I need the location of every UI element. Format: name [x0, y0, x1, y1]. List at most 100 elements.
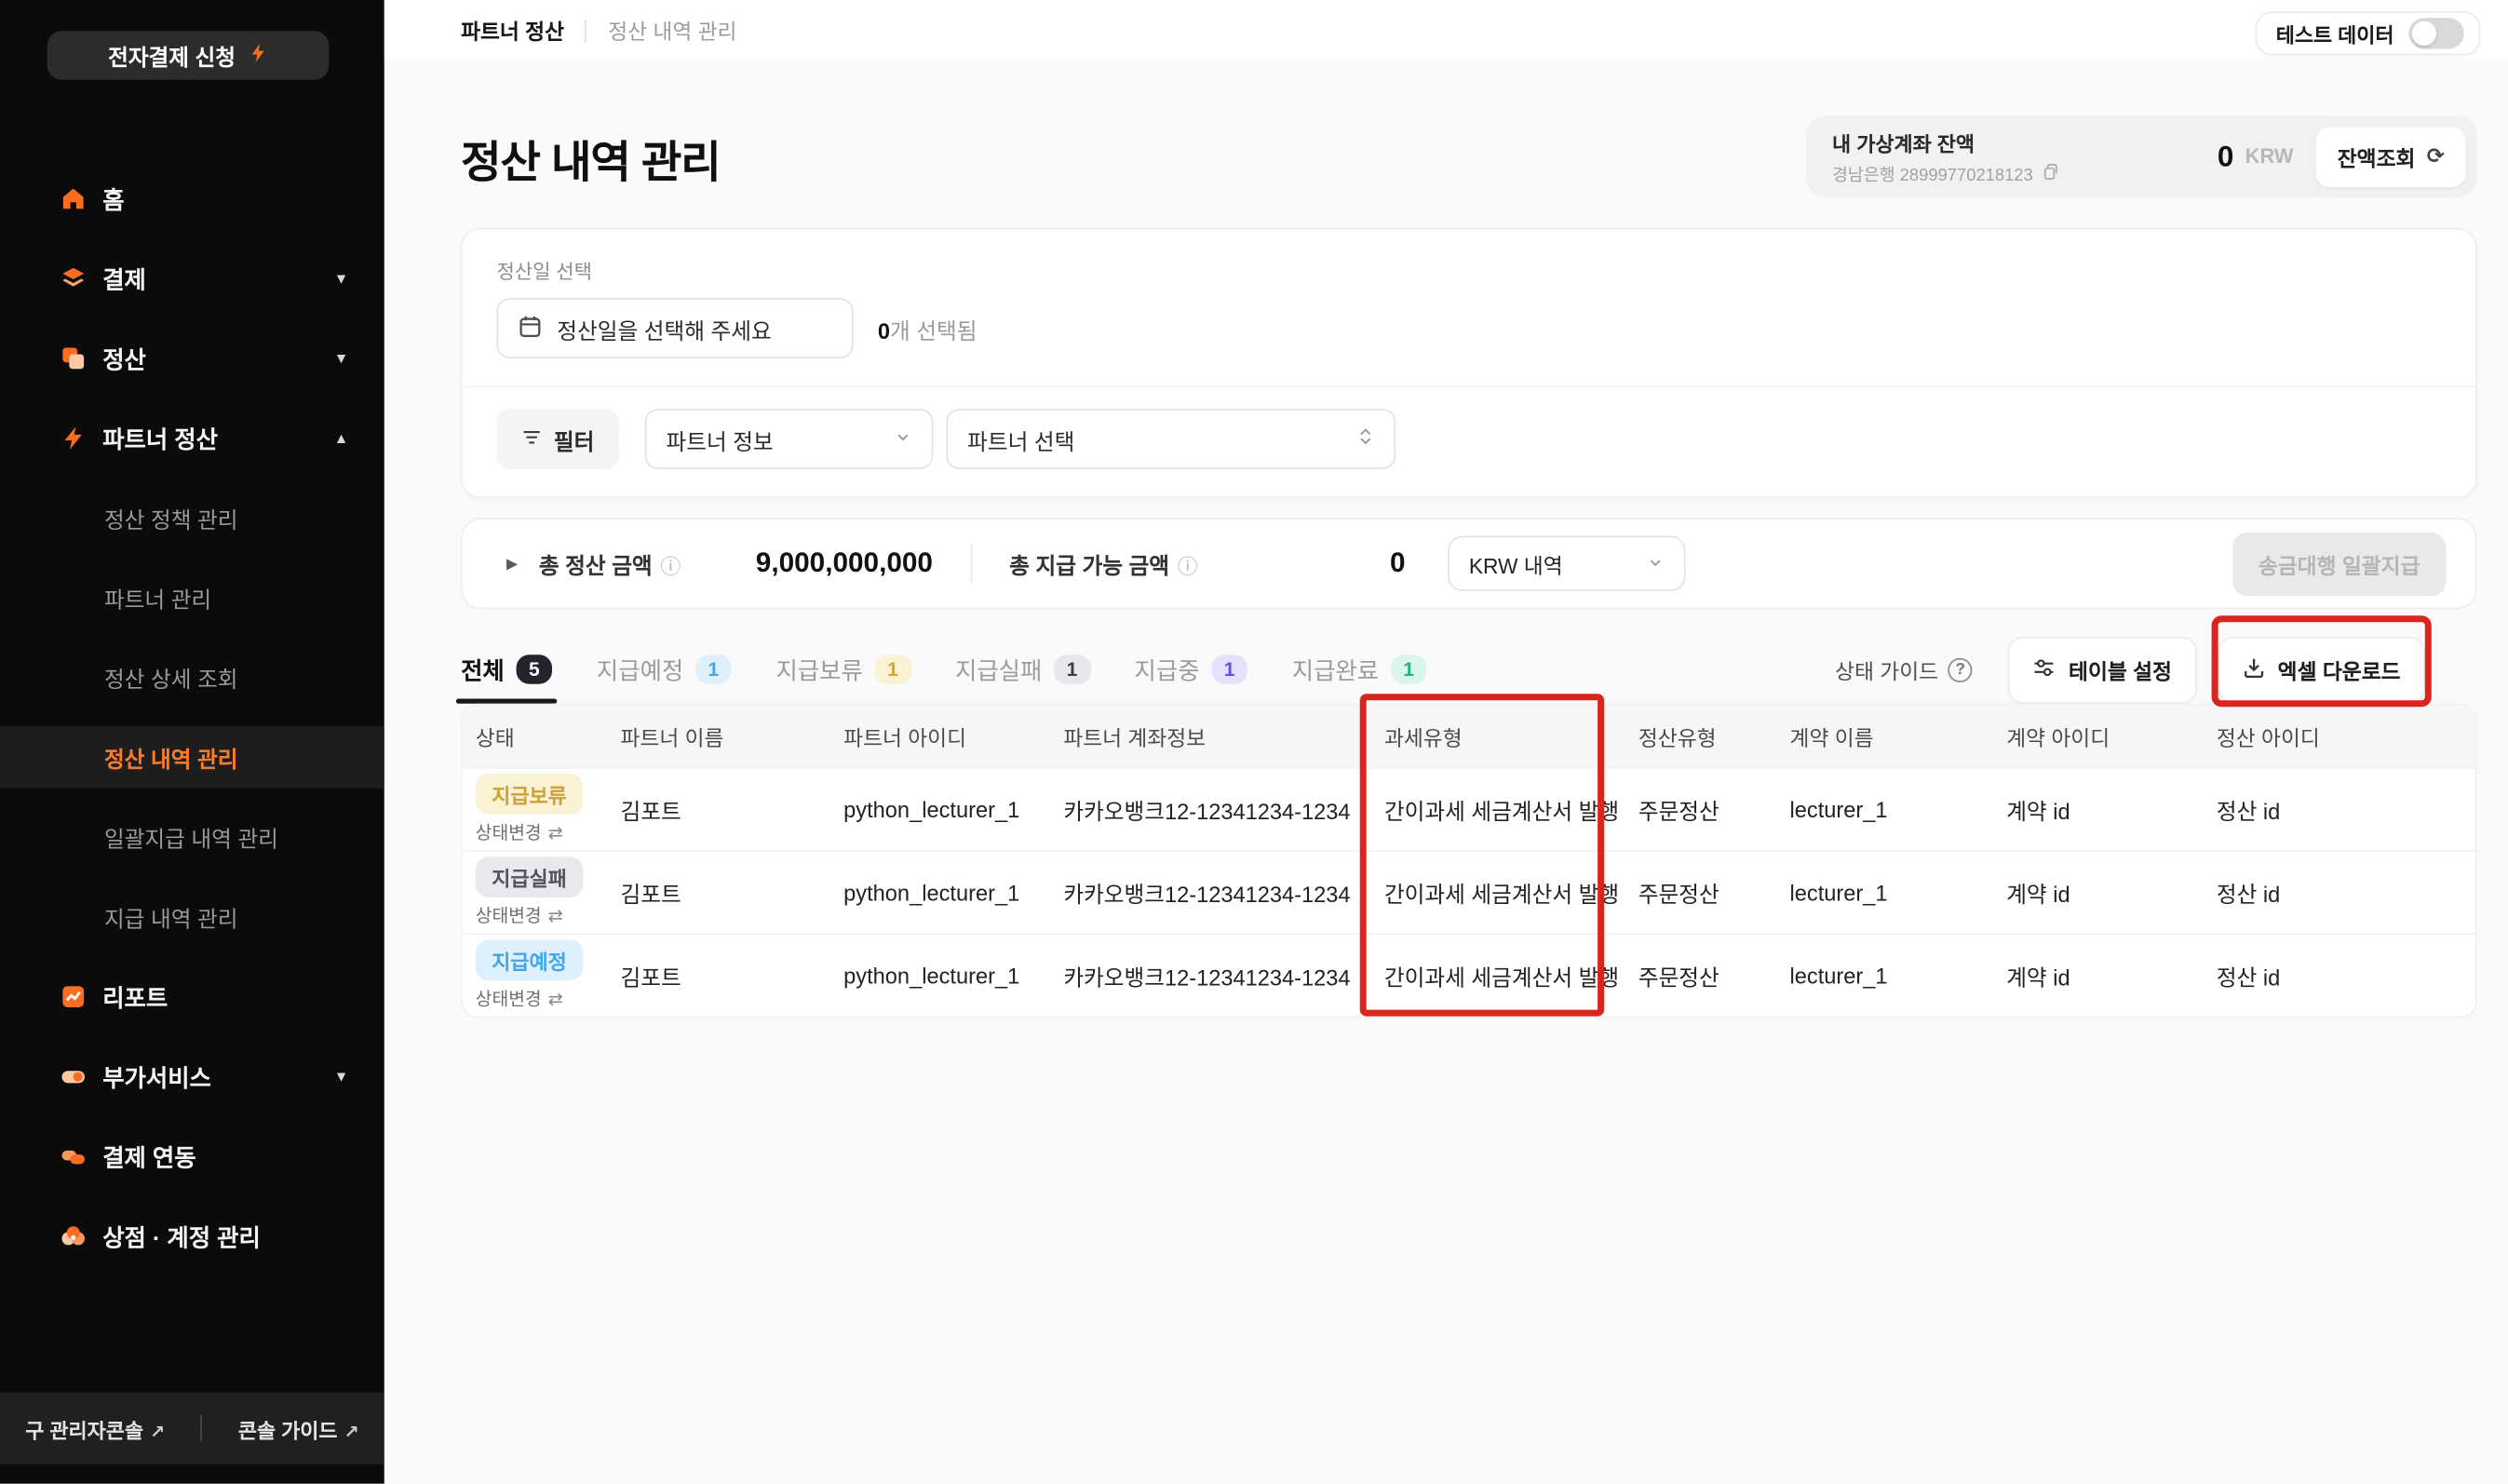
tax-type-cell: 간이과세 세금계산서 발행	[1384, 959, 1638, 992]
external-link-icon: ↗	[344, 1423, 359, 1442]
status-tabs-row: 전체 5 지급예정 1 지급보류 1 지급실패 1 지급중 1 지급완료 1	[461, 635, 2477, 703]
sidebar-item-settlement[interactable]: 정산 ▼	[0, 328, 384, 389]
sidebar-item-addon-services[interactable]: 부가서비스 ▼	[0, 1046, 384, 1107]
swap-icon: ⇄	[548, 822, 563, 843]
contract-name-cell: lecturer_1	[1790, 964, 2007, 988]
bolt-icon	[61, 425, 87, 452]
sidebar-item-report[interactable]: 리포트	[0, 965, 384, 1027]
status-badge: 지급실패	[476, 857, 583, 897]
sidebar-nav: 홈 결제 ▼ 정산 ▼ 파트너 정산 ▲ 정산 정책 관리 파트너 관리 정산 …	[0, 80, 384, 1267]
swap-icon: ⇄	[548, 988, 563, 1009]
lightning-icon	[247, 42, 268, 68]
sidebar-item-home[interactable]: 홈	[0, 168, 384, 229]
total-settlement-label: 총 정산 금액 ⓘ	[539, 547, 681, 580]
table-row[interactable]: 지급실패 상태변경⇄ 김포트 python_lecturer_1 카카오뱅크12…	[463, 850, 2475, 933]
table-row[interactable]: 지급예정 상태변경⇄ 김포트 python_lecturer_1 카카오뱅크12…	[463, 933, 2475, 1016]
status-guide-link[interactable]: 상태 가이드 ?	[1835, 654, 1973, 684]
button-label: 테이블 설정	[2069, 654, 2172, 684]
currency-history-select[interactable]: KRW 내역	[1448, 536, 1685, 591]
label-text: 총 정산 금액	[539, 547, 653, 580]
subitem-label: 정산 내역 관리	[104, 741, 238, 774]
status-change-link[interactable]: 상태변경⇄	[476, 819, 563, 845]
console-guide-link[interactable]: 콘솔 가이드↗	[238, 1413, 359, 1444]
settlement-id-cell: 정산 id	[2217, 876, 2475, 909]
settlement-type-cell: 주문정산	[1638, 959, 1790, 992]
sidebar-item-label: 리포트	[102, 979, 168, 1014]
subitem-label: 정산 정책 관리	[104, 502, 238, 534]
toggle-icon	[61, 1063, 87, 1089]
status-badge: 지급예정	[476, 939, 583, 980]
sidebar-subitem-partner-management[interactable]: 파트너 관리	[0, 567, 384, 628]
toggle-knob	[2412, 21, 2436, 46]
sidebar-item-store-account[interactable]: 상점 · 계정 관리	[0, 1206, 384, 1267]
settlement-date-picker[interactable]: 정산일을 선택해 주세요	[497, 298, 854, 358]
column-header-partner-name: 파트너 이름	[621, 721, 844, 751]
info-icon[interactable]: ⓘ	[660, 548, 681, 579]
excel-download-button[interactable]: 엑셀 다운로드	[2218, 636, 2425, 703]
sidebar-item-label: 결제	[102, 262, 146, 296]
partner-select[interactable]: 파트너 선택	[946, 409, 1396, 469]
footer-divider	[201, 1415, 203, 1441]
partner-id-cell: python_lecturer_1	[843, 964, 1063, 988]
apply-epayment-label: 전자결제 신청	[108, 39, 236, 72]
tab-count-badge: 5	[516, 654, 553, 683]
tab-paying[interactable]: 지급중 1	[1135, 653, 1248, 687]
tab-completed[interactable]: 지급완료 1	[1292, 653, 1427, 687]
balance-amount: 0	[2218, 140, 2234, 174]
status-cell: 지급보류 상태변경⇄	[463, 774, 621, 845]
status-cell: 지급예정 상태변경⇄	[463, 939, 621, 1011]
info-icon[interactable]: ⓘ	[1178, 548, 1198, 579]
button-label: 잔액조회	[2338, 141, 2416, 171]
status-change-link[interactable]: 상태변경⇄	[476, 902, 563, 928]
bulk-transfer-button[interactable]: 송금대행 일괄지급	[2232, 532, 2447, 595]
sidebar-item-payments[interactable]: 결제 ▼	[0, 248, 384, 309]
topbar: 파트너 정산 정산 내역 관리	[384, 0, 2508, 61]
sidebar-item-payment-integration[interactable]: 결제 연동	[0, 1126, 384, 1187]
table-row[interactable]: 지급보류 상태변경⇄ 김포트 python_lecturer_1 카카오뱅크12…	[463, 767, 2475, 850]
swap-icon: ⇄	[548, 905, 563, 926]
sidebar-subitem-settlement-detail[interactable]: 정산 상세 조회	[0, 646, 384, 708]
partner-info-select[interactable]: 파트너 정보	[645, 409, 934, 469]
tab-failed[interactable]: 지급실패 1	[955, 653, 1090, 687]
sidebar-item-label: 부가서비스	[102, 1059, 211, 1094]
sidebar-subitem-settlement-policy[interactable]: 정산 정책 관리	[0, 487, 384, 548]
payable-amount-label: 총 지급 가능 금액 ⓘ	[1009, 547, 1197, 580]
sidebar-subitem-bulk-payout-history[interactable]: 일괄지급 내역 관리	[0, 806, 384, 868]
sidebar-item-partner-settlement[interactable]: 파트너 정산 ▲	[0, 407, 384, 468]
question-circle-icon: ?	[1948, 657, 1973, 681]
filter-button[interactable]: 필터	[497, 409, 619, 469]
test-data-toggle[interactable]	[2408, 18, 2463, 48]
button-label: 엑셀 다운로드	[2278, 654, 2401, 684]
balance-account: 경남은행 28999770218123	[1832, 162, 2218, 186]
total-settlement-value: 9,000,000,000	[756, 547, 933, 580]
payable-amount-value: 0	[1390, 547, 1406, 580]
sidebar-item-label: 결제 연동	[102, 1140, 196, 1174]
tab-hold[interactable]: 지급보류 1	[775, 653, 910, 687]
balance-check-button[interactable]: 잔액조회 ⟳	[2316, 127, 2466, 187]
column-header-partner-id: 파트너 아이디	[843, 721, 1063, 751]
table-settings-button[interactable]: 테이블 설정	[2008, 636, 2196, 703]
sidebar-subitem-settlement-history[interactable]: 정산 내역 관리	[0, 726, 384, 788]
status-change-link[interactable]: 상태변경⇄	[476, 985, 563, 1011]
select-value: 파트너 정보	[666, 423, 773, 455]
select-value: KRW 내역	[1469, 548, 1563, 579]
sidebar-footer: 구 관리자콘솔↗ 콘솔 가이드↗	[0, 1393, 384, 1464]
column-header-partner-account: 파트너 계좌정보	[1063, 721, 1384, 751]
column-header-contract-name: 계약 이름	[1790, 721, 2007, 751]
tab-scheduled[interactable]: 지급예정 1	[597, 653, 732, 687]
status-badge: 지급보류	[476, 774, 583, 815]
box-icon	[61, 345, 87, 371]
apply-epayment-button[interactable]: 전자결제 신청	[47, 31, 330, 79]
app-root: 전자결제 신청 홈 결제 ▼ 정산 ▼ 파트너 정산 ▲	[0, 0, 2508, 1484]
expand-triangle-icon[interactable]: ▶	[506, 555, 518, 573]
tax-type-cell: 간이과세 세금계산서 발행	[1384, 876, 1638, 909]
store-icon	[61, 1223, 87, 1249]
sidebar-subitem-payout-history[interactable]: 지급 내역 관리	[0, 886, 384, 948]
old-admin-console-link[interactable]: 구 관리자콘솔↗	[25, 1413, 165, 1444]
breadcrumb-section[interactable]: 파트너 정산	[461, 15, 564, 46]
sidebar: 전자결제 신청 홈 결제 ▼ 정산 ▼ 파트너 정산 ▲	[0, 0, 384, 1484]
copy-icon[interactable]	[2041, 163, 2058, 185]
tab-all[interactable]: 전체 5	[461, 653, 553, 687]
cards-icon	[61, 1143, 87, 1169]
selected-count: 0	[878, 318, 890, 343]
